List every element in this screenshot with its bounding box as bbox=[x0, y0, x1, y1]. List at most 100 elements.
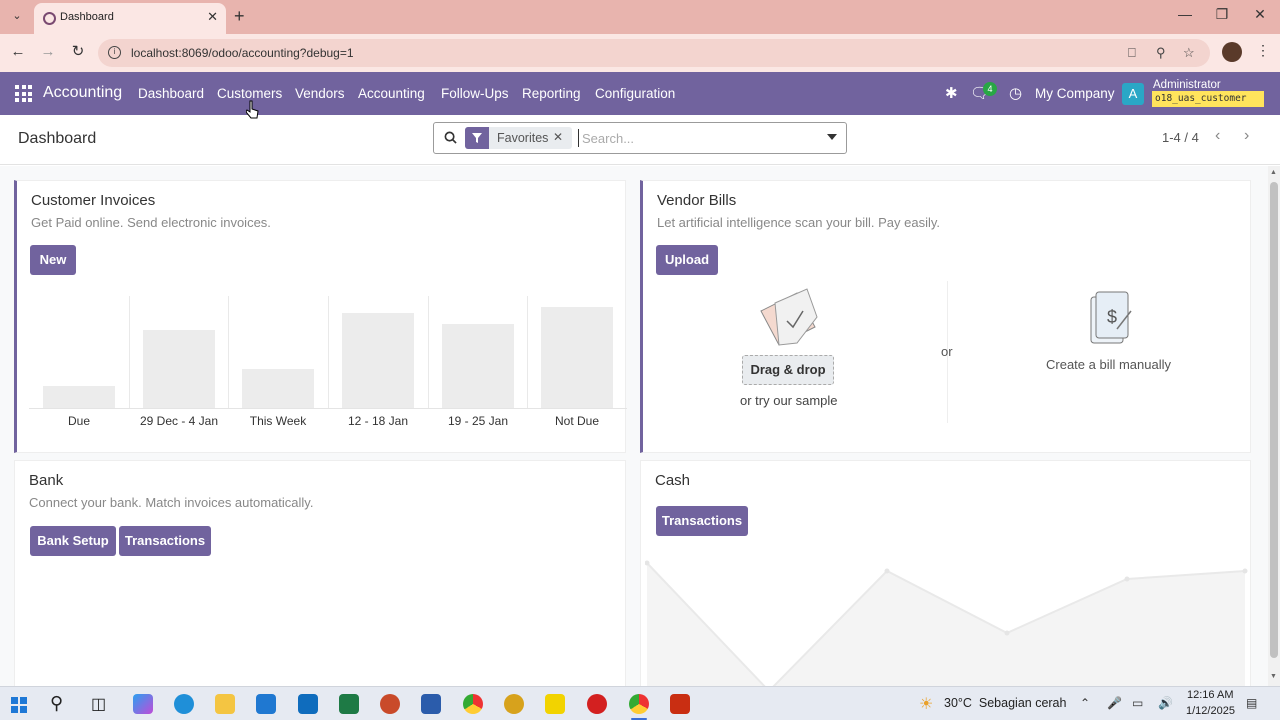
pager-value[interactable]: 1-4 / 4 bbox=[1162, 130, 1199, 145]
bar-12-18-jan[interactable] bbox=[342, 313, 414, 408]
pager-next-icon[interactable]: › bbox=[1244, 127, 1249, 145]
sticky-notes-icon[interactable] bbox=[545, 694, 565, 714]
menu-reporting[interactable]: Reporting bbox=[522, 86, 581, 101]
create-bill-manually-link[interactable]: Create a bill manually bbox=[1046, 357, 1171, 372]
card-title[interactable]: Bank bbox=[29, 472, 63, 489]
chat-count-badge: 4 bbox=[983, 82, 997, 96]
bank-card: Bank Connect your bank. Match invoices a… bbox=[14, 460, 626, 686]
search-facet-favorites[interactable]: Favorites ✕ bbox=[465, 127, 572, 149]
chrome-icon[interactable] bbox=[463, 694, 483, 714]
notifications-icon[interactable]: ▤ bbox=[1246, 696, 1257, 710]
facet-remove-icon[interactable]: ✕ bbox=[553, 130, 563, 144]
bank-setup-button[interactable]: Bank Setup bbox=[30, 526, 116, 556]
app-brand[interactable]: Accounting bbox=[43, 84, 122, 102]
app-icon[interactable] bbox=[504, 694, 524, 714]
menu-follow-ups[interactable]: Follow-Ups bbox=[441, 86, 509, 101]
bar-this-week[interactable] bbox=[242, 369, 314, 408]
bar-19-25-jan[interactable] bbox=[442, 324, 514, 408]
zoom-icon[interactable]: ⚲ bbox=[1156, 45, 1166, 61]
battery-icon[interactable]: ▭ bbox=[1132, 696, 1143, 710]
upload-button[interactable]: Upload bbox=[656, 245, 718, 275]
bar-29-dec-4-jan[interactable] bbox=[143, 330, 215, 408]
bar-label: Due bbox=[67, 414, 90, 428]
tab-search-chevron-icon[interactable]: ⌄ bbox=[8, 9, 26, 25]
try-sample-link[interactable]: or try our sample bbox=[740, 393, 838, 408]
weather-widget[interactable]: 30°C Sebagian cerah bbox=[944, 696, 1066, 710]
company-switcher[interactable]: My Company bbox=[1035, 86, 1115, 101]
menu-customers[interactable]: Customers bbox=[217, 86, 282, 101]
chrome-active-icon[interactable] bbox=[629, 694, 649, 714]
windows-start-icon[interactable] bbox=[11, 697, 27, 713]
card-title[interactable]: Cash bbox=[655, 472, 690, 489]
reload-icon[interactable]: ↻ bbox=[69, 43, 87, 61]
pager-previous-icon[interactable]: ‹ bbox=[1215, 127, 1220, 145]
outlook-icon[interactable] bbox=[298, 694, 318, 714]
store-icon[interactable] bbox=[256, 694, 276, 714]
microphone-icon[interactable]: 🎤 bbox=[1107, 696, 1122, 710]
bar-label: This Week bbox=[249, 414, 307, 428]
menu-vendors[interactable]: Vendors bbox=[295, 86, 345, 101]
tray-chevron-icon[interactable]: ⌃ bbox=[1080, 696, 1090, 710]
scroll-down-icon[interactable]: ▼ bbox=[1270, 673, 1277, 680]
card-title[interactable]: Customer Invoices bbox=[31, 192, 155, 209]
forward-arrow-icon[interactable]: → bbox=[39, 43, 57, 61]
bookmark-star-icon[interactable]: ☆ bbox=[1183, 45, 1195, 61]
menu-dashboard[interactable]: Dashboard bbox=[138, 86, 204, 101]
excel-icon[interactable] bbox=[339, 694, 359, 714]
cash-transactions-button[interactable]: Transactions bbox=[656, 506, 748, 536]
taskbar-search-icon[interactable]: ⚲ bbox=[50, 693, 63, 714]
search-options-caret-icon[interactable] bbox=[827, 134, 837, 140]
scroll-thumb[interactable] bbox=[1270, 182, 1278, 658]
page-title: Dashboard bbox=[18, 130, 97, 147]
new-invoice-button[interactable]: New bbox=[30, 245, 76, 275]
activity-clock-icon[interactable]: ◷ bbox=[1009, 84, 1022, 102]
word-icon[interactable] bbox=[421, 694, 441, 714]
page-scrollbar[interactable]: ▲ ▼ bbox=[1268, 166, 1280, 686]
address-url[interactable]: localhost:8069/odoo/accounting?debug=1 bbox=[131, 46, 354, 60]
apps-grid-icon[interactable] bbox=[15, 85, 32, 102]
maximize-icon[interactable]: ❐ bbox=[1212, 6, 1232, 23]
file-explorer-icon[interactable] bbox=[215, 694, 235, 714]
invoice-bar-chart[interactable] bbox=[29, 296, 627, 409]
bar-not-due[interactable] bbox=[541, 307, 613, 408]
browser-profile-avatar[interactable] bbox=[1222, 42, 1242, 62]
tab-close-icon[interactable]: ✕ bbox=[207, 9, 218, 25]
cash-line-chart[interactable] bbox=[645, 551, 1249, 686]
back-arrow-icon[interactable]: ← bbox=[9, 43, 27, 61]
clock-time[interactable]: 12:16 AM bbox=[1187, 689, 1233, 701]
pdf-reader-icon[interactable] bbox=[670, 694, 690, 714]
clock-date[interactable]: 1/12/2025 bbox=[1186, 705, 1235, 717]
menu-accounting[interactable]: Accounting bbox=[358, 86, 425, 101]
odoo-favicon-icon bbox=[43, 12, 56, 25]
customer-invoices-card: Customer Invoices Get Paid online. Send … bbox=[14, 180, 627, 453]
window-close-icon[interactable]: ✕ bbox=[1250, 6, 1270, 23]
opera-icon[interactable] bbox=[587, 694, 607, 714]
scroll-up-icon[interactable]: ▲ bbox=[1270, 169, 1277, 176]
user-avatar[interactable]: A bbox=[1122, 83, 1144, 105]
powerpoint-icon[interactable] bbox=[380, 694, 400, 714]
bar-separator bbox=[328, 296, 329, 408]
svg-text:$: $ bbox=[1107, 307, 1117, 327]
new-tab-plus-icon[interactable]: + bbox=[234, 6, 245, 27]
search-input[interactable] bbox=[578, 129, 808, 147]
install-app-icon[interactable]: ⎕ bbox=[1128, 45, 1136, 61]
bar-due[interactable] bbox=[43, 386, 115, 408]
site-info-icon[interactable]: i bbox=[108, 46, 121, 59]
edge-icon[interactable] bbox=[174, 694, 194, 714]
card-title[interactable]: Vendor Bills bbox=[657, 192, 736, 209]
task-view-icon[interactable]: ◫ bbox=[91, 694, 106, 714]
bank-transactions-button[interactable]: Transactions bbox=[119, 526, 211, 556]
browser-menu-icon[interactable]: ⋮ bbox=[1256, 42, 1270, 59]
search-bar[interactable]: Favorites ✕ bbox=[433, 122, 847, 154]
bill-dollar-icon[interactable]: $ bbox=[1087, 289, 1133, 349]
copilot-icon[interactable] bbox=[133, 694, 153, 714]
address-bar[interactable]: i localhost:8069/odoo/accounting?debug=1… bbox=[98, 39, 1210, 67]
search-icon[interactable] bbox=[444, 131, 457, 144]
browser-tab[interactable]: Dashboard ✕ bbox=[34, 3, 226, 34]
minimize-icon[interactable]: — bbox=[1175, 6, 1195, 22]
menu-configuration[interactable]: Configuration bbox=[595, 86, 675, 101]
debug-bug-icon[interactable]: ✱ bbox=[945, 84, 958, 102]
drag-drop-zone[interactable]: Drag & drop bbox=[742, 355, 834, 385]
volume-icon[interactable]: 🔊 bbox=[1158, 696, 1173, 710]
user-name[interactable]: Administrator bbox=[1153, 79, 1221, 91]
